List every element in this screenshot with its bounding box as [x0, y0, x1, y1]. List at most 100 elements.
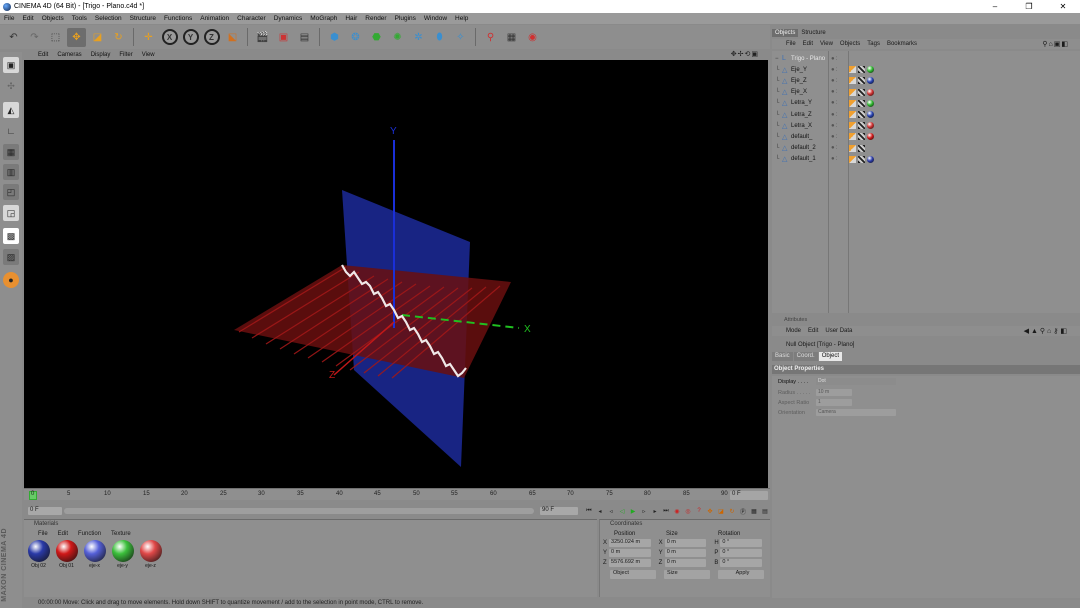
viewport-menu-edit[interactable]: Edit — [38, 52, 48, 58]
display-icon[interactable]: ▦ — [502, 28, 521, 47]
objects-menu-view[interactable]: View — [820, 41, 833, 47]
snap-icon[interactable]: ◉ — [523, 28, 542, 47]
redo-icon[interactable]: ↷ — [25, 28, 44, 47]
phong-tag-icon[interactable] — [849, 155, 856, 163]
objects-panel-search-icon[interactable]: ⚲⌂▣◧ — [1042, 40, 1069, 48]
object-row[interactable]: − L Trigo - Plano ●: — [772, 53, 1080, 64]
phong-tag-icon[interactable] — [849, 99, 856, 107]
phong-tag-icon[interactable] — [849, 88, 856, 96]
tab-objects[interactable]: Objects — [772, 29, 799, 37]
nurbs-icon[interactable]: ⬣ — [367, 28, 386, 47]
object-row[interactable]: └ △ Letra_Z ●: — [772, 109, 1080, 120]
viewport-menu-filter[interactable]: Filter — [119, 52, 132, 58]
materials-menu-edit[interactable]: Edit — [58, 531, 68, 537]
size-z-field[interactable]: 0 m — [664, 559, 707, 567]
texture-tag-icon[interactable] — [858, 88, 865, 96]
menu-selection[interactable]: Selection — [95, 15, 122, 22]
render-picture-viewer-icon[interactable]: ▣ — [274, 28, 293, 47]
phong-tag-icon[interactable] — [849, 77, 856, 85]
go-to-start-icon[interactable]: ⏮ — [584, 506, 594, 516]
visibility-dots-icon[interactable]: ●: — [827, 89, 847, 95]
material-tag-icon[interactable] — [867, 99, 874, 107]
use-model-mode-icon[interactable]: ▣ — [3, 57, 19, 73]
position-x-field[interactable]: 3250.024 m — [609, 539, 651, 547]
material-tag-icon[interactable] — [867, 133, 874, 141]
menu-hair[interactable]: Hair — [345, 15, 357, 22]
material-tag-icon[interactable] — [867, 88, 874, 96]
live-selection-icon[interactable]: ⬚ — [46, 28, 65, 47]
visibility-dots-icon[interactable]: ●: — [827, 100, 847, 106]
tab-basic[interactable]: Basic — [772, 352, 793, 361]
edges-mode-icon[interactable]: ▥ — [3, 164, 19, 180]
material-swatch[interactable]: Obj 02 — [26, 540, 51, 569]
objects-menu-edit[interactable]: Edit — [803, 41, 813, 47]
x-axis-lock-icon[interactable]: X — [160, 28, 179, 47]
attributes-nav-icons[interactable]: ◀▲⚲⌂⚷◧ — [1024, 327, 1069, 335]
texture-tag-icon[interactable] — [858, 99, 865, 107]
checkerboard-icon[interactable]: ▩ — [3, 228, 19, 244]
texture-tag-icon[interactable] — [858, 111, 865, 118]
phong-tag-icon[interactable] — [849, 144, 856, 152]
viewport-menu-view[interactable]: View — [142, 52, 155, 58]
orientation-select[interactable]: Camera — [816, 409, 896, 416]
menu-character[interactable]: Character — [237, 15, 266, 22]
apply-button[interactable]: Apply — [718, 570, 764, 579]
move-axis-icon[interactable]: ✛ — [139, 28, 158, 47]
3d-viewport[interactable]: Y X Z — [24, 60, 768, 488]
spline-icon[interactable]: ❂ — [346, 28, 365, 47]
autokey-icon[interactable]: ◎ — [683, 506, 693, 516]
tab-structure[interactable]: Structure — [798, 29, 828, 37]
visibility-dots-icon[interactable]: ●: — [827, 112, 847, 118]
menu-render[interactable]: Render — [365, 15, 386, 22]
material-swatch[interactable]: eje-x — [82, 540, 107, 569]
menu-help[interactable]: Help — [455, 15, 468, 22]
record-icon[interactable]: ◉ — [672, 506, 682, 516]
texture-tag-icon[interactable] — [858, 66, 865, 74]
keyframe-selection-icon[interactable]: ? — [694, 506, 704, 516]
menu-animation[interactable]: Animation — [200, 15, 229, 22]
texture-tag-icon[interactable] — [858, 144, 865, 152]
menu-objects[interactable]: Objects — [42, 15, 64, 22]
objects-menu-file[interactable]: File — [786, 41, 796, 47]
rotate-tool-icon[interactable]: ↻ — [109, 28, 128, 47]
attributes-menu-edit[interactable]: Edit — [808, 328, 818, 334]
rotation-key-icon[interactable]: ↻ — [727, 506, 737, 516]
material-tag-icon[interactable] — [867, 155, 874, 163]
menu-edit[interactable]: Edit — [22, 15, 33, 22]
next-key-icon[interactable]: ▸ — [650, 506, 660, 516]
visibility-dots-icon[interactable]: ●: — [827, 156, 847, 162]
visibility-dots-icon[interactable]: ●: — [827, 123, 847, 129]
visibility-dots-icon[interactable]: ●: — [827, 67, 847, 73]
material-swatch[interactable]: eje-z — [138, 540, 163, 569]
object-row[interactable]: └ △ Eje_Z ●: — [772, 75, 1080, 86]
visibility-dots-icon[interactable]: ●: — [827, 78, 847, 84]
object-row[interactable]: └ △ Letra_Y ●: — [772, 98, 1080, 109]
menu-plugins[interactable]: Plugins — [395, 15, 416, 22]
object-row[interactable]: └ △ Eje_X ●: — [772, 87, 1080, 98]
texture-tag-icon[interactable] — [858, 77, 865, 85]
environment-icon[interactable]: ⬮ — [430, 28, 449, 47]
material-tag-icon[interactable] — [867, 66, 874, 74]
attributes-menu-mode[interactable]: Mode — [786, 328, 801, 334]
position-y-field[interactable]: 0 m — [609, 549, 651, 557]
display-select[interactable]: Dot — [816, 378, 896, 385]
texture-tag-icon[interactable] — [858, 122, 865, 130]
array-icon[interactable]: ✺ — [388, 28, 407, 47]
size-y-field[interactable]: 0 m — [664, 549, 707, 557]
attributes-menu-user-data[interactable]: User Data — [825, 328, 852, 334]
materials-menu-texture[interactable]: Texture — [111, 531, 131, 537]
pla-key-icon[interactable]: ▦ — [749, 506, 759, 516]
viewport-navigation-icons[interactable]: ✥✢⟲▣ — [731, 50, 759, 58]
tree-expander-icon[interactable]: − — [772, 56, 782, 62]
workplane-icon[interactable]: ◲ — [3, 205, 19, 221]
object-row[interactable]: └ △ default_ ●: — [772, 131, 1080, 142]
minimize-button[interactable]: – — [978, 0, 1012, 13]
aspect-ratio-field[interactable]: 1 — [816, 399, 852, 406]
y-axis-lock-icon[interactable]: Y — [181, 28, 200, 47]
menu-tools[interactable]: Tools — [72, 15, 87, 22]
tab-coord[interactable]: Coord. — [793, 352, 818, 361]
viewport-menu-display[interactable]: Display — [91, 52, 111, 58]
objects-menu-bookmarks[interactable]: Bookmarks — [887, 41, 917, 47]
material-swatch[interactable]: eje-y — [110, 540, 135, 569]
visibility-dots-icon[interactable]: ●: — [827, 134, 847, 140]
